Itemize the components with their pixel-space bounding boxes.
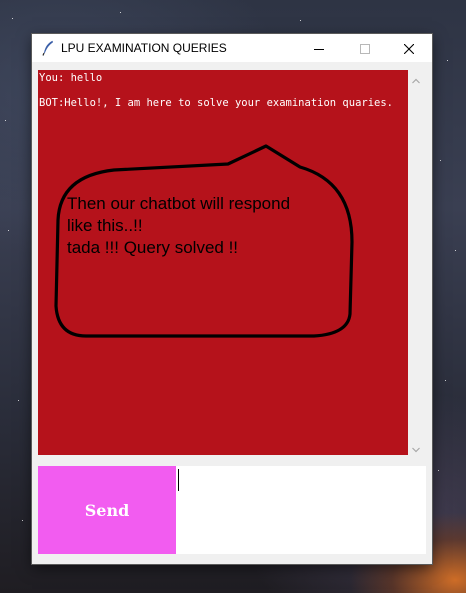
feather-icon	[42, 40, 54, 56]
chat-scrollbar[interactable]	[408, 70, 424, 455]
window-client-area: You: hello BOT:Hello!, I am here to solv…	[32, 62, 432, 564]
callout-text: Then our chatbot will respond like this.…	[67, 194, 291, 257]
speech-bubble-callout	[54, 144, 354, 338]
minimize-icon	[314, 39, 324, 58]
close-icon	[403, 39, 415, 58]
close-button[interactable]	[386, 34, 432, 62]
scroll-up-button[interactable]	[408, 70, 424, 86]
title-bar[interactable]: LPU EXAMINATION QUERIES	[32, 34, 432, 62]
window-title: LPU EXAMINATION QUERIES	[61, 41, 227, 55]
send-button[interactable]: Send	[38, 466, 176, 554]
chat-log[interactable]: You: hello BOT:Hello!, I am here to solv…	[38, 70, 408, 455]
message-input[interactable]	[176, 466, 426, 554]
maximize-icon	[360, 39, 370, 58]
minimize-button[interactable]	[296, 34, 342, 62]
text-caret	[178, 469, 179, 491]
scroll-down-button[interactable]	[408, 439, 424, 455]
maximize-button[interactable]	[342, 34, 388, 62]
app-window: LPU EXAMINATION QUERIES You: hello BOT:H…	[32, 34, 432, 564]
chevron-down-icon	[412, 438, 420, 457]
chevron-up-icon	[412, 69, 420, 88]
